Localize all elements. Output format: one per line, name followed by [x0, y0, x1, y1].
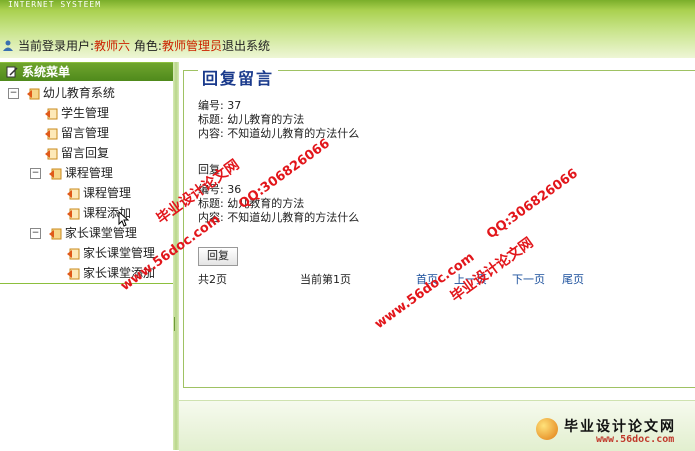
menu-edit-icon — [6, 66, 18, 78]
sidebar-item-message[interactable]: 留言管理 — [44, 124, 109, 142]
folder-arrow-icon — [48, 228, 62, 239]
folder-arrow-icon — [48, 168, 62, 179]
page-arrow-icon — [67, 248, 80, 259]
mouse-cursor-icon — [118, 211, 130, 227]
pager-current: 当前第1页 — [300, 273, 351, 286]
page-arrow-icon — [67, 188, 80, 199]
sidebar-title: 系统菜单 — [0, 63, 173, 81]
app-header: INTERNET SYSTEEM 当前登录用户:教师六 角色:教师管理员退出系统 — [0, 0, 695, 58]
collapse-toggle-icon[interactable]: − — [30, 168, 41, 179]
user-icon — [3, 40, 13, 51]
main-content: 回复留言 编号: 37 标题: 幼儿教育的方法 内容: 不知道幼儿教育的方法什么… — [179, 62, 695, 450]
collapse-toggle-icon[interactable]: − — [8, 88, 19, 99]
pager-last-link[interactable]: 尾页 — [562, 271, 584, 287]
page-title: 回复留言 — [198, 65, 279, 89]
sidebar-item-course-manage[interactable]: 课程管理 — [66, 184, 131, 202]
reply-panel: 回复留言 编号: 37 标题: 幼儿教育的方法 内容: 不知道幼儿教育的方法什么… — [183, 65, 695, 388]
user-name: 教师六 — [94, 39, 131, 53]
sidebar-title-label: 系统菜单 — [22, 65, 71, 79]
role-prefix: 角色: — [133, 39, 162, 53]
role-name: 教师管理员 — [161, 39, 222, 53]
page-arrow-icon — [67, 208, 80, 219]
tree-group-course[interactable]: − 课程管理 — [30, 164, 113, 182]
message-body: 内容: 不知道幼儿教育的方法什么 — [198, 127, 360, 140]
folder-arrow-icon — [26, 88, 40, 99]
brand-text: INTERNET SYSTEEM — [8, 0, 102, 9]
logout-link[interactable]: 退出系统 — [222, 39, 270, 53]
tree-group-label: 课程管理 — [64, 166, 113, 180]
login-prefix: 当前登录用户: — [18, 39, 95, 53]
reply-button[interactable]: 回复 — [198, 247, 238, 266]
tree-root-label: 幼儿教育系统 — [42, 86, 115, 100]
tree-root[interactable]: − 幼儿教育系统 — [8, 84, 115, 102]
sidebar-item-reply[interactable]: 留言回复 — [44, 144, 109, 162]
user-bar: 当前登录用户:教师六 角色:教师管理员退出系统 — [0, 36, 695, 56]
logo-url: www.56doc.com — [596, 434, 675, 445]
page-arrow-icon — [45, 108, 58, 119]
logo-emblem-icon — [536, 418, 558, 440]
sidebar-item-parent-manage[interactable]: 家长课堂管理 — [66, 244, 155, 262]
sidebar-item-student[interactable]: 学生管理 — [44, 104, 109, 122]
page-arrow-icon — [67, 268, 80, 279]
user-info: 当前登录用户:教师六 角色:教师管理员退出系统 — [18, 36, 270, 56]
sidebar: 系统菜单 − 幼儿教育系统 学生管理 留言管理 留言回复 − 课程管理 课程管理… — [0, 62, 174, 284]
page-arrow-icon — [45, 128, 58, 139]
logo-text: 毕业设计论文网 — [564, 419, 676, 435]
page-arrow-icon — [45, 148, 58, 159]
pager-total: 共2页 — [198, 273, 227, 286]
tree-group-label: 家长课堂管理 — [64, 226, 137, 240]
sidebar-item-label: 留言管理 — [61, 126, 110, 140]
sidebar-item-label: 课程管理 — [83, 186, 132, 200]
collapse-toggle-icon[interactable]: − — [30, 228, 41, 239]
site-logo: 毕业设计论文网 www.56doc.com — [526, 410, 695, 450]
pager-next-link[interactable]: 下一页 — [512, 271, 545, 287]
sidebar-item-label: 家长课堂管理 — [83, 246, 156, 260]
sidebar-item-label: 学生管理 — [61, 106, 110, 120]
sidebar-item-label: 留言回复 — [61, 146, 110, 160]
